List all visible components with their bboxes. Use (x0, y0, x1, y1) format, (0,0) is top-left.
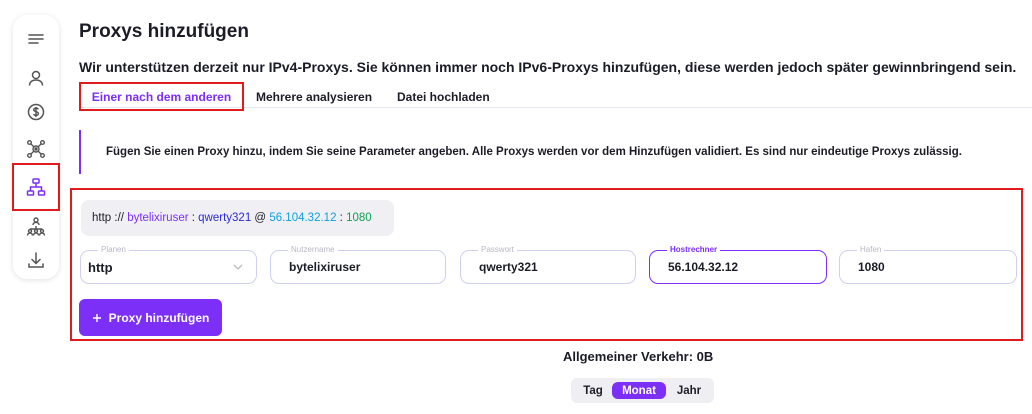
page-subtitle: Wir unterstützen derzeit nur IPv4-Proxys… (79, 59, 1017, 75)
port-field[interactable]: Hafen 1080 (839, 244, 1017, 284)
host-value: 56.104.32.12 (668, 260, 739, 274)
username-field[interactable]: Nutzername bytelixiruser (270, 244, 446, 284)
preview-at: @ (254, 212, 267, 224)
username-value: bytelixiruser (289, 260, 361, 274)
total-traffic: Allgemeiner Verkehr: 0B (563, 349, 714, 364)
host-label: Hostrechner (667, 244, 721, 256)
tab-upload-file[interactable]: Datei hochladen (387, 82, 500, 111)
download-icon (28, 252, 44, 268)
sidebar (12, 15, 60, 279)
host-field[interactable]: Hostrechner 56.104.32.12 (649, 244, 827, 284)
chevron-down-icon (233, 264, 243, 270)
sidebar-item-account[interactable] (15, 59, 57, 97)
info-notice: Fügen Sie einen Proxy hinzu, indem Sie s… (79, 130, 1019, 174)
add-proxy-button[interactable]: Proxy hinzufügen (79, 299, 222, 336)
tab-analyze-multiple[interactable]: Mehrere analysieren (246, 82, 382, 111)
menu-button[interactable] (15, 20, 57, 58)
preview-port: 1080 (346, 212, 372, 224)
preview-password: qwerty321 (198, 212, 252, 224)
password-field[interactable]: Passwort qwerty321 (460, 244, 636, 284)
preview-colon: : (339, 212, 343, 224)
password-label: Passwort (478, 244, 517, 256)
add-proxy-label: Proxy hinzufügen (108, 310, 210, 325)
menu-icon (28, 34, 44, 44)
plus-icon (92, 313, 101, 322)
add-proxy-form: http :// bytelixiruser : qwerty321 @ 56.… (70, 188, 1023, 341)
preview-username: bytelixiruser (127, 212, 189, 224)
preview-scheme: http (92, 212, 112, 224)
page-title: Proxys hinzufügen (79, 21, 249, 42)
period-month[interactable]: Monat (612, 382, 666, 399)
tab-one-by-one[interactable]: Einer nach dem anderen (79, 82, 244, 111)
tab-bar: Einer nach dem anderen Mehrere analysier… (79, 82, 1032, 111)
preview-host: 56.104.32.12 (269, 212, 337, 224)
network-icon (27, 140, 45, 158)
scheme-label: Planen (98, 244, 129, 256)
dollar-icon (27, 103, 45, 121)
sidebar-item-download[interactable] (15, 241, 57, 279)
sitemap-icon (26, 178, 46, 196)
sidebar-item-team[interactable] (15, 207, 57, 245)
period-day[interactable]: Tag (577, 382, 609, 399)
scheme-value: http (88, 260, 113, 275)
proxy-preview: http :// bytelixiruser : qwerty321 @ 56.… (81, 200, 394, 236)
password-value: qwerty321 (479, 260, 538, 274)
user-icon (28, 70, 44, 86)
preview-separator: :// (114, 212, 124, 224)
scheme-select[interactable]: Planen http (80, 244, 257, 284)
preview-colon: : (191, 212, 195, 224)
sidebar-item-billing[interactable] (15, 93, 57, 131)
period-year[interactable]: Jahr (669, 382, 709, 399)
port-value: 1080 (858, 260, 885, 274)
username-label: Nutzername (288, 244, 338, 256)
period-selector: Tag Monat Jahr (571, 378, 714, 403)
port-label: Hafen (857, 244, 885, 256)
team-icon (26, 217, 46, 236)
sidebar-item-proxies[interactable] (12, 163, 60, 211)
